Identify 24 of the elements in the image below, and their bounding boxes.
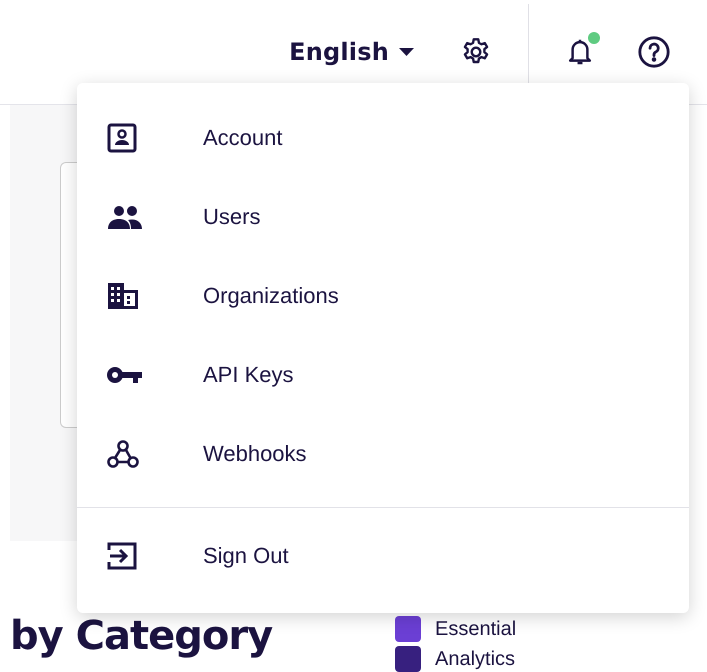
contact-card-icon (107, 122, 137, 152)
users-icon (107, 204, 143, 228)
menu-item[interactable]: Account (77, 98, 689, 177)
webhook-icon (107, 438, 139, 468)
menu-item[interactable]: API Keys (77, 335, 689, 414)
menu-item[interactable]: Webhooks (77, 414, 689, 493)
menu-label: Users (203, 204, 260, 230)
legend-label: Analytics (435, 647, 516, 672)
chart-heading: by Category (10, 616, 274, 656)
menu-label: Webhooks (203, 440, 307, 466)
sign-out-icon (107, 541, 137, 571)
key-icon (107, 366, 143, 384)
menu-item[interactable]: Organizations (77, 256, 689, 335)
menu-label: Organizations (203, 282, 339, 308)
help-icon[interactable] (637, 35, 671, 69)
building-icon (107, 282, 139, 310)
caret-icon (399, 48, 414, 56)
menu-label: Sign Out (203, 543, 289, 569)
menu-item[interactable]: Users (77, 177, 689, 256)
menu-label: Account (203, 124, 282, 150)
legend-label: Essential (435, 617, 516, 642)
language-dropdown[interactable]: English (289, 38, 414, 66)
menu-item[interactable]: Sign Out (77, 508, 689, 604)
menu-label: API Keys (203, 362, 294, 388)
